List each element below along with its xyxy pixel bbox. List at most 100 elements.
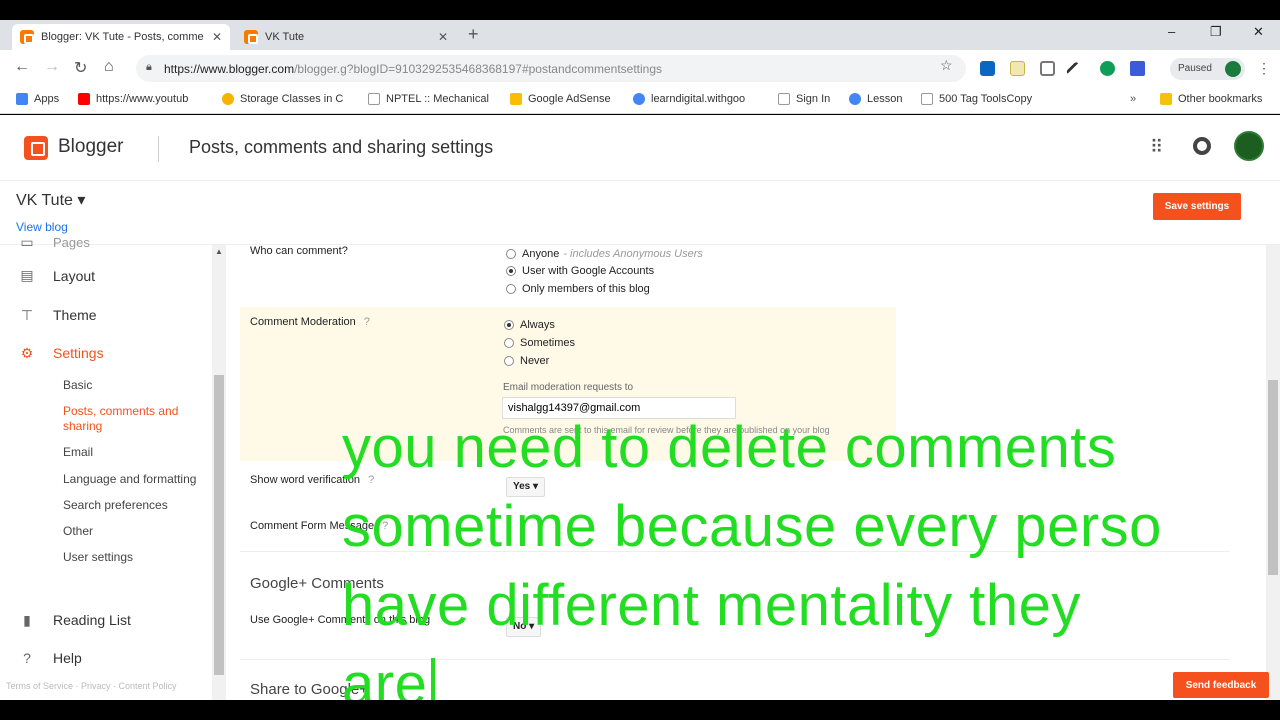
video-caption-overlay: you need to delete comments sometime bec…	[342, 408, 1280, 700]
radio-always[interactable]: Always	[504, 319, 555, 331]
help-icon[interactable]: ?	[364, 316, 370, 328]
save-settings-button[interactable]: Save settings	[1153, 193, 1241, 220]
minimize-button[interactable]: –	[1168, 24, 1175, 39]
radio-sometimes[interactable]: Sometimes	[504, 337, 575, 349]
sidebar-subitem-other[interactable]: Other	[63, 524, 211, 538]
sidebar-subitem-search[interactable]: Search preferences	[63, 498, 211, 512]
tab-close-icon[interactable]: ✕	[438, 30, 448, 44]
sidebar-subitem-language[interactable]: Language and formatting	[63, 472, 211, 486]
restore-button[interactable]: ❐	[1210, 24, 1222, 40]
video-frame-top	[0, 0, 1280, 20]
radio-button[interactable]	[504, 356, 514, 366]
radio-button-selected[interactable]	[504, 320, 514, 330]
radio-never[interactable]: Never	[504, 355, 549, 367]
bookmark-label: Sign In	[796, 93, 831, 105]
linkedin-extension-icon[interactable]	[980, 61, 995, 76]
gear-icon: ⚙	[20, 344, 34, 361]
radio-label: Anyone	[522, 248, 560, 260]
forward-arrow-icon[interactable]: →	[44, 58, 60, 76]
comment-moderation-label: Comment Moderation?	[250, 316, 370, 328]
blog-selector[interactable]: VK Tute ▾	[16, 190, 85, 210]
email-moderation-label: Email moderation requests to	[503, 382, 634, 393]
grammarly-extension-icon[interactable]	[1100, 61, 1115, 76]
bookmark-youtube[interactable]: https://www.youtub	[78, 93, 188, 105]
blogger-favicon-icon	[244, 30, 258, 44]
bookmark-apps[interactable]: Apps	[16, 93, 59, 105]
avatar[interactable]	[1234, 131, 1264, 161]
radio-button[interactable]	[506, 284, 516, 294]
url-text: https://www.blogger.com/blogger.g?blogID…	[164, 62, 662, 76]
sidebar-subitem-user-settings[interactable]: User settings	[63, 550, 211, 564]
layout-icon: ▤	[20, 267, 34, 283]
sidebar-item-layout[interactable]: ▤ Layout	[0, 267, 212, 284]
help-icon: ?	[23, 650, 31, 666]
bookmark-adsense[interactable]: Google AdSense	[510, 93, 611, 105]
radio-label: Only members of this blog	[522, 283, 650, 295]
theme-icon: ⊤	[20, 306, 34, 323]
radio-button[interactable]	[506, 249, 516, 259]
sidebar-item-reading-list[interactable]: ▮ Reading List	[0, 609, 212, 631]
sidebar-item-help[interactable]: ? Help	[0, 647, 212, 669]
apps-grid-icon[interactable]: ⠿	[1150, 137, 1163, 158]
bookmark-sign-in[interactable]: Sign In	[778, 93, 830, 105]
sidebar-item-pages[interactable]: ▭ Pages	[0, 233, 212, 251]
adsense-icon	[510, 93, 522, 105]
chrome-menu-icon[interactable]: ⋮	[1257, 60, 1271, 77]
sidebar-item-theme[interactable]: ⊤ Theme	[0, 304, 212, 326]
scrollbar-thumb[interactable]	[214, 375, 224, 675]
radio-members-only[interactable]: Only members of this blog	[506, 283, 650, 295]
who-can-comment-label: Who can comment?	[250, 245, 348, 257]
bookmarks-overflow-icon[interactable]: »	[1130, 93, 1136, 105]
blogger-logo-icon[interactable]	[24, 136, 48, 160]
scroll-up-icon[interactable]: ▲	[215, 247, 223, 256]
notes-extension-icon[interactable]	[1010, 61, 1025, 76]
window-close-button[interactable]: ✕	[1253, 24, 1264, 40]
address-bar[interactable]: 🔒︎ https://www.blogger.com/blogger.g?blo…	[136, 55, 966, 82]
label-text: Comment Moderation	[250, 316, 356, 328]
bookmark-learndigital[interactable]: learndigital.withgoo	[633, 93, 745, 105]
bookmark-500-tag[interactable]: 500 Tag ToolsCopy	[921, 93, 1032, 105]
bookmark-other[interactable]: Other bookmarks	[1160, 93, 1262, 105]
home-icon[interactable]: ⌂	[104, 58, 114, 76]
bookmark-nptel[interactable]: NPTEL :: Mechanical	[368, 93, 489, 105]
bookmark-label: 500 Tag ToolsCopy	[939, 93, 1033, 105]
back-arrow-icon[interactable]: ←	[14, 58, 30, 76]
sidebar-subitem-email[interactable]: Email	[63, 445, 211, 459]
screenshot-extension-icon[interactable]	[1040, 61, 1055, 76]
radio-label: User with Google Accounts	[522, 265, 655, 277]
new-tab-button[interactable]: +	[468, 24, 479, 45]
sidebar-footer-links[interactable]: Terms of Service · Privacy · Content Pol…	[6, 681, 177, 691]
caption-line: sometime because every perso	[342, 494, 1162, 559]
radio-note: - includes Anonymous Users	[563, 248, 703, 260]
tab-title: VK Tute	[265, 31, 305, 43]
google-icon	[633, 93, 645, 105]
brand-name[interactable]: Blogger	[58, 136, 124, 158]
bookmark-label: https://www.youtub	[96, 93, 189, 105]
lock-icon: 🔒︎	[146, 61, 152, 73]
sidebar-subitem-basic[interactable]: Basic	[63, 378, 211, 392]
bookmark-storage-classes[interactable]: Storage Classes in C	[222, 93, 343, 105]
page-icon	[368, 93, 380, 105]
bookmark-lesson[interactable]: Lesson	[849, 93, 902, 105]
radio-button-selected[interactable]	[506, 266, 516, 276]
sidebar-item-settings[interactable]: ⚙ Settings	[0, 342, 212, 364]
bookmark-star-icon[interactable]: ☆	[940, 57, 953, 74]
sidebar-subitem-posts-comments[interactable]: Posts, comments and sharing	[63, 404, 198, 434]
youtube-icon	[78, 93, 90, 105]
radio-google-accounts[interactable]: User with Google Accounts	[506, 265, 654, 277]
view-blog-link[interactable]: View blog	[16, 220, 68, 234]
sidebar-item-label: Reading List	[53, 612, 131, 628]
text-cursor	[431, 658, 436, 700]
tab-close-icon[interactable]: ✕	[212, 30, 222, 44]
radio-anyone[interactable]: Anyone - includes Anonymous Users	[506, 248, 703, 260]
radio-button[interactable]	[504, 338, 514, 348]
reload-icon[interactable]: ↻	[74, 58, 87, 78]
profile-paused-badge[interactable]: Paused	[1170, 58, 1245, 80]
sidebar-scrollbar[interactable]: ▲	[212, 245, 226, 700]
eyedropper-extension-icon[interactable]	[1065, 61, 1081, 76]
notifications-icon[interactable]	[1193, 137, 1211, 155]
chat-extension-icon[interactable]	[1130, 61, 1145, 76]
browser-toolbar: ← → ↻ ⌂ 🔒︎ https://www.blogger.com/blogg…	[0, 50, 1280, 86]
tab-vk-tute[interactable]: VK Tute ✕	[236, 24, 456, 50]
tab-blogger-settings[interactable]: Blogger: VK Tute - Posts, comme ✕	[12, 24, 230, 50]
